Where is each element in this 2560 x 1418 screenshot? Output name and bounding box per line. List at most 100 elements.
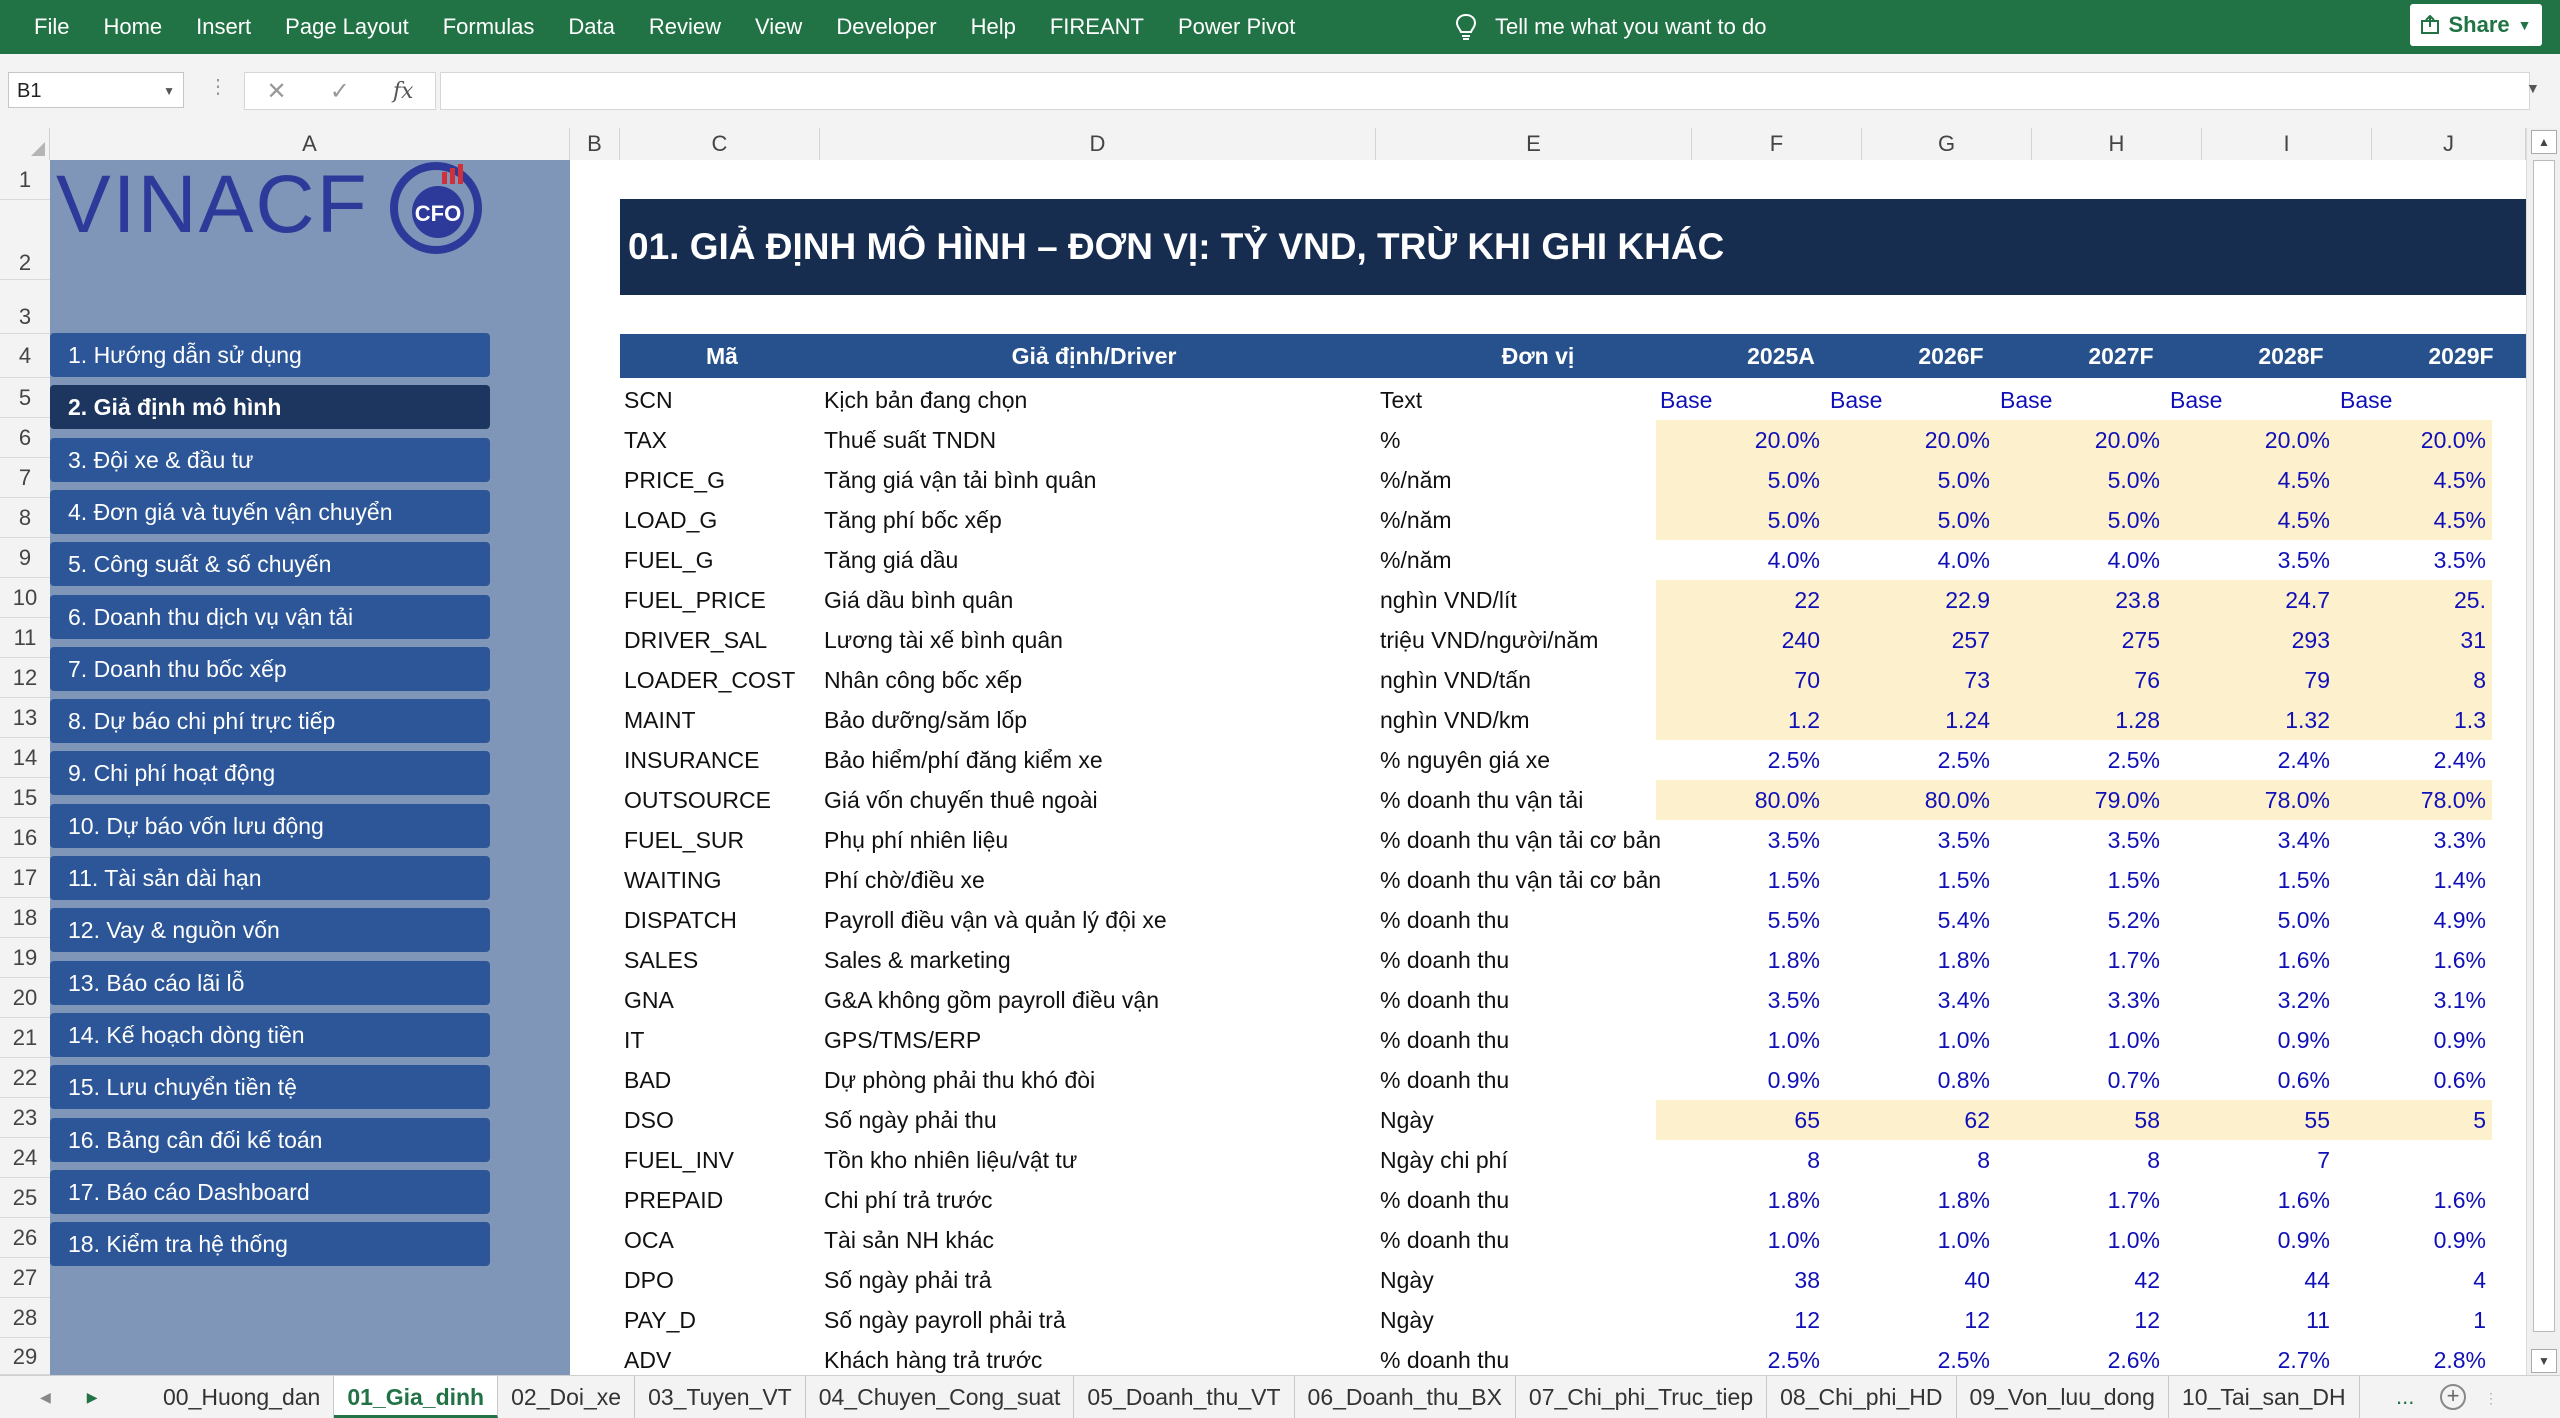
cell-value[interactable]: 5 (2336, 1100, 2492, 1140)
cell-value[interactable]: 5.5% (1656, 900, 1826, 940)
row-header-13[interactable]: 13 (0, 698, 50, 738)
cell-value[interactable] (2336, 1140, 2492, 1180)
sheet-tab[interactable]: 09_Von_luu_dong (1957, 1376, 2169, 1418)
cell-unit[interactable]: % doanh thu (1380, 1020, 1696, 1060)
ribbon-tab-developer[interactable]: Developer (836, 14, 936, 40)
cell-value[interactable]: 1.5% (1826, 860, 1996, 900)
confirm-icon[interactable]: ✓ (330, 77, 350, 106)
cell-value[interactable]: 1.6% (2166, 1180, 2336, 1220)
sidebar-item-3[interactable]: 3. Đội xe & đầu tư (50, 437, 490, 482)
cell-code[interactable]: PREPAID (624, 1180, 820, 1220)
cell-driver[interactable]: Giá vốn chuyến thuê ngoài (824, 780, 1364, 820)
cell-value[interactable]: 8 (1996, 1140, 2166, 1180)
cell-value[interactable]: 1.32 (2166, 700, 2336, 740)
cell-value[interactable]: 3.5% (1656, 820, 1826, 860)
cell-value[interactable]: 58 (1996, 1100, 2166, 1140)
sheet-tab[interactable]: 07_Chi_phi_Truc_tiep (1516, 1376, 1768, 1418)
cell-driver[interactable]: Nhân công bốc xếp (824, 660, 1364, 700)
column-header-h[interactable]: H (2032, 128, 2202, 160)
cell-code[interactable]: MAINT (624, 700, 820, 740)
cell-unit[interactable]: % doanh thu (1380, 980, 1696, 1020)
column-header-a[interactable]: A (50, 128, 570, 160)
cell-unit[interactable]: Ngày (1380, 1300, 1696, 1340)
cell-value[interactable]: 2.6% (1996, 1340, 2166, 1380)
cell-unit[interactable]: % doanh thu (1380, 940, 1696, 980)
sidebar-item-17[interactable]: 17. Báo cáo Dashboard (50, 1169, 490, 1214)
sheet-grid[interactable]: 01. GIẢ ĐỊNH MÔ HÌNH – ĐƠN VỊ: TỶ VND, T… (570, 160, 2526, 1375)
cell-value[interactable]: 0.8% (1826, 1060, 1996, 1100)
cell-value[interactable]: 1.8% (1826, 940, 1996, 980)
cell-value[interactable]: Base (1656, 380, 1826, 420)
cell-value[interactable]: 1.6% (2166, 940, 2336, 980)
cell-value[interactable]: 2.5% (1656, 1340, 1826, 1380)
sheet-tab[interactable]: 01_Gia_dinh (334, 1376, 499, 1418)
insert-function-icon[interactable]: fx (393, 79, 414, 104)
tab-scroll-right-icon[interactable]: ▶ (87, 1389, 98, 1406)
cell-value[interactable]: 2.5% (1996, 740, 2166, 780)
cell-unit[interactable]: % doanh thu (1380, 1180, 1696, 1220)
column-header-b[interactable]: B (570, 128, 620, 160)
cell-value[interactable]: 1 (2336, 1300, 2492, 1340)
cell-value[interactable]: 1.4% (2336, 860, 2492, 900)
cell-value[interactable]: 11 (2166, 1300, 2336, 1340)
cell-unit[interactable]: % nguyên giá xe (1380, 740, 1696, 780)
row-header-27[interactable]: 27 (0, 1258, 50, 1298)
cell-driver[interactable]: Phí chờ/điều xe (824, 860, 1364, 900)
cell-value[interactable]: 2.4% (2166, 740, 2336, 780)
column-header-e[interactable]: E (1376, 128, 1692, 160)
cell-value[interactable]: 5.0% (1826, 500, 1996, 540)
cell-value[interactable]: 0.9% (2336, 1020, 2492, 1060)
cell-driver[interactable]: Payroll điều vận và quản lý đội xe (824, 900, 1364, 940)
cell-code[interactable]: DRIVER_SAL (624, 620, 820, 660)
cell-value[interactable]: 0.6% (2336, 1060, 2492, 1100)
cell-driver[interactable]: Dự phòng phải thu khó đòi (824, 1060, 1364, 1100)
ribbon-tab-file[interactable]: File (34, 14, 69, 40)
ribbon-tab-data[interactable]: Data (568, 14, 614, 40)
cell-value[interactable]: 8 (1826, 1140, 1996, 1180)
cell-unit[interactable]: % doanh thu (1380, 1340, 1696, 1380)
cell-value[interactable]: 2.8% (2336, 1340, 2492, 1380)
cell-value[interactable]: 1.0% (1826, 1220, 1996, 1260)
sidebar-item-14[interactable]: 14. Kế hoạch dòng tiền (50, 1012, 490, 1057)
cell-value[interactable]: 3.5% (1826, 820, 1996, 860)
expand-formula-icon[interactable]: ▼ (2526, 80, 2540, 96)
row-header-25[interactable]: 25 (0, 1178, 50, 1218)
cell-value[interactable]: 1.0% (1826, 1020, 1996, 1060)
row-header-22[interactable]: 22 (0, 1058, 50, 1098)
cell-unit[interactable]: % (1380, 420, 1696, 460)
ribbon-tab-help[interactable]: Help (971, 14, 1016, 40)
cell-value[interactable]: 3.4% (2166, 820, 2336, 860)
cell-value[interactable]: 80.0% (1656, 780, 1826, 820)
cell-value[interactable]: 0.9% (2166, 1220, 2336, 1260)
cell-value[interactable]: 1.2 (1656, 700, 1826, 740)
cell-value[interactable]: 3.3% (2336, 820, 2492, 860)
sidebar-item-13[interactable]: 13. Báo cáo lãi lỗ (50, 960, 490, 1005)
cell-driver[interactable]: Giá dầu bình quân (824, 580, 1364, 620)
sidebar-item-5[interactable]: 5. Công suất & số chuyến (50, 542, 490, 587)
cell-value[interactable]: 0.9% (2166, 1020, 2336, 1060)
cell-value[interactable]: 12 (1996, 1300, 2166, 1340)
cell-value[interactable]: 20.0% (1656, 420, 1826, 460)
cell-code[interactable]: LOADER_COST (624, 660, 820, 700)
cell-value[interactable]: 78.0% (2166, 780, 2336, 820)
share-button[interactable]: Share ▼ (2410, 4, 2542, 46)
cell-value[interactable]: 5.0% (2166, 900, 2336, 940)
cell-value[interactable]: 240 (1656, 620, 1826, 660)
cell-value[interactable]: 3.3% (1996, 980, 2166, 1020)
cell-value[interactable]: 1.28 (1996, 700, 2166, 740)
cell-value[interactable]: 5.4% (1826, 900, 1996, 940)
vertical-scrollbar[interactable]: ▲ ▼ (2526, 128, 2560, 1375)
cell-unit[interactable]: % doanh thu (1380, 1220, 1696, 1260)
sidebar-item-9[interactable]: 9. Chi phí hoạt động (50, 751, 490, 796)
ribbon-tab-formulas[interactable]: Formulas (443, 14, 535, 40)
row-header-23[interactable]: 23 (0, 1098, 50, 1138)
cell-value[interactable]: 62 (1826, 1100, 1996, 1140)
cell-driver[interactable]: Số ngày phải trả (824, 1260, 1364, 1300)
cell-value[interactable]: 3.2% (2166, 980, 2336, 1020)
cell-value[interactable]: 73 (1826, 660, 1996, 700)
cell-driver[interactable]: Tồn kho nhiên liệu/vật tư (824, 1140, 1364, 1180)
cell-value[interactable]: 5.0% (1826, 460, 1996, 500)
cell-value[interactable]: 20.0% (1826, 420, 1996, 460)
cell-code[interactable]: INSURANCE (624, 740, 820, 780)
cell-value[interactable]: 38 (1656, 1260, 1826, 1300)
